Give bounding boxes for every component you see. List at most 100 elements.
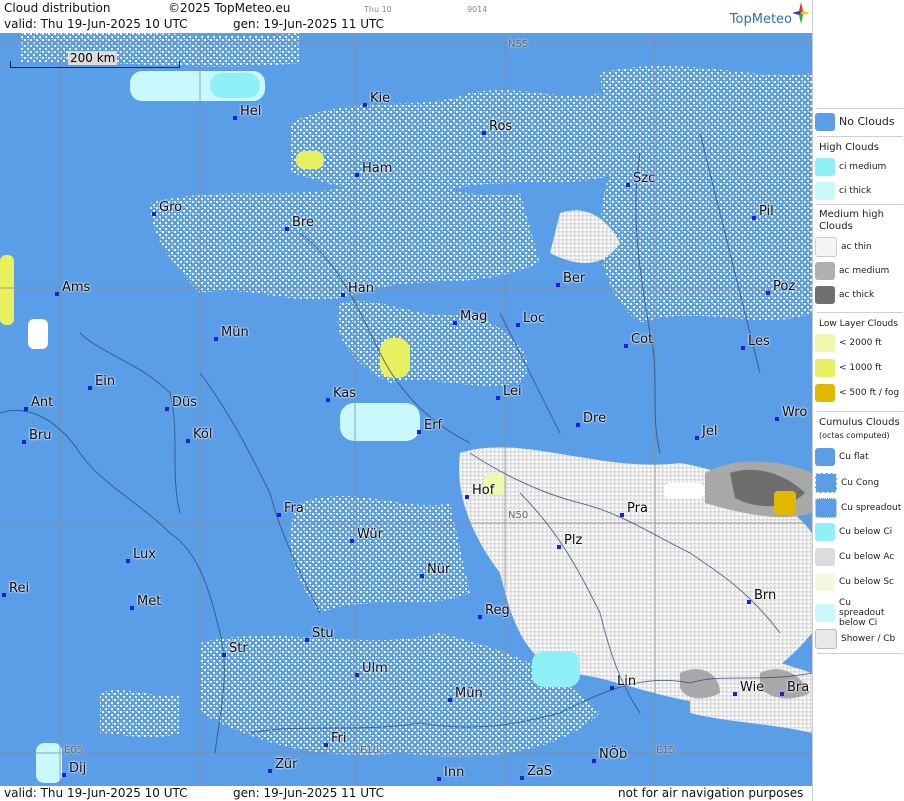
city-loc[interactable]: Loc — [516, 311, 545, 327]
city-dues[interactable]: Düs — [165, 395, 197, 411]
legend-cu-cong: Cu Cong — [815, 473, 879, 493]
city-jel[interactable]: Jel — [695, 424, 717, 440]
city-muenster[interactable]: Mün — [214, 325, 249, 341]
city-reg[interactable]: Reg — [478, 603, 510, 619]
city-hel[interactable]: Hel — [233, 104, 261, 120]
city-noeb[interactable]: NÖb — [592, 747, 627, 763]
faint-label-1: Thu 10 — [364, 5, 392, 14]
city-nuer[interactable]: Nür — [420, 562, 450, 578]
city-kie[interactable]: Kie — [363, 91, 390, 107]
city-lei[interactable]: Lei — [496, 384, 522, 400]
city-wie[interactable]: Wie — [733, 680, 764, 696]
city-marker-icon — [24, 407, 28, 411]
grid-label-e10: E10 — [360, 745, 380, 756]
city-ein[interactable]: Ein — [88, 374, 115, 390]
city-marker-icon — [496, 396, 500, 400]
city-ham[interactable]: Ham — [355, 161, 392, 177]
shower-cb-swatch — [815, 629, 837, 649]
city-marker-icon — [350, 539, 354, 543]
city-marker-icon — [733, 692, 737, 696]
city-marker-icon — [165, 407, 169, 411]
city-inn[interactable]: Inn — [437, 765, 464, 781]
city-koel[interactable]: Köl — [186, 427, 212, 443]
legend-ac-medium: ac medium — [815, 262, 889, 280]
city-szc[interactable]: Szc — [626, 171, 655, 187]
city-muenchen[interactable]: Mün — [448, 686, 483, 702]
legend-cu-below-sc: Cu below Sc — [815, 573, 894, 591]
city-marker-icon — [341, 293, 345, 297]
city-marker-icon — [420, 574, 424, 578]
city-kas[interactable]: Kas — [326, 386, 356, 402]
city-gro[interactable]: Gro — [152, 200, 182, 216]
city-marker-icon — [214, 337, 218, 341]
city-plz[interactable]: Plz — [557, 533, 582, 549]
generated-time: gen: 19-Jun-2025 11 UTC — [233, 17, 385, 31]
city-dre[interactable]: Dre — [576, 411, 606, 427]
city-marker-icon — [741, 346, 745, 350]
city-met[interactable]: Met — [130, 594, 161, 610]
city-pil[interactable]: Pil — [752, 204, 774, 220]
legend-cu-below-ac: Cu below Ac — [815, 548, 894, 566]
cu-spreadout-swatch — [815, 498, 837, 518]
city-stu[interactable]: Stu — [305, 626, 334, 642]
city-dij[interactable]: Dij — [62, 761, 86, 777]
city-lux[interactable]: Lux — [126, 547, 156, 563]
map-layers — [0, 33, 812, 786]
city-mag[interactable]: Mag — [453, 309, 487, 325]
city-lin[interactable]: Lin — [610, 674, 636, 690]
city-brn[interactable]: Brn — [747, 588, 776, 604]
city-marker-icon — [285, 227, 289, 231]
legend-cumulus-heading: Cumulus Clouds — [819, 417, 900, 428]
city-bra[interactable]: Bra — [780, 680, 809, 696]
footer-generated-time: gen: 19-Jun-2025 11 UTC — [233, 786, 385, 800]
legend-ci-medium: ci medium — [815, 158, 886, 176]
city-marker-icon — [88, 386, 92, 390]
cloud-map[interactable]: N55 N50 E05 E10 E15 200 km Kie Hel Ros H… — [0, 33, 812, 786]
faint-label-2: 9014 — [467, 5, 488, 14]
city-han[interactable]: Han — [341, 281, 374, 297]
city-fri[interactable]: Fri — [324, 731, 347, 747]
city-ber[interactable]: Ber — [556, 271, 585, 287]
city-marker-icon — [752, 216, 756, 220]
city-ant[interactable]: Ant — [24, 395, 53, 411]
city-marker-icon — [695, 436, 699, 440]
city-marker-icon — [620, 513, 624, 517]
city-cot[interactable]: Cot — [624, 332, 653, 348]
city-marker-icon — [437, 777, 441, 781]
city-wuer[interactable]: Wür — [350, 527, 383, 543]
cu-below-ci-swatch — [815, 523, 835, 541]
city-marker-icon — [305, 638, 309, 642]
scale-bar: 200 km — [10, 51, 180, 69]
city-bre[interactable]: Bre — [285, 215, 314, 231]
city-marker-icon — [355, 173, 359, 177]
city-pra[interactable]: Pra — [620, 501, 648, 517]
city-ams[interactable]: Ams — [55, 280, 90, 296]
city-poz[interactable]: Poz — [766, 279, 795, 295]
city-rei[interactable]: Rei — [2, 581, 29, 597]
city-zuer[interactable]: Zür — [268, 757, 298, 773]
legend-cu-spread-below-ci: Cu spreadout below Ci — [815, 598, 899, 628]
city-ulm[interactable]: Ulm — [355, 661, 388, 677]
legend-shower-cb: Shower / Cb — [815, 629, 895, 649]
city-marker-icon — [62, 773, 66, 777]
legend-ci-thick: ci thick — [815, 182, 871, 200]
city-str[interactable]: Str — [222, 641, 248, 657]
city-wro[interactable]: Wro — [775, 405, 807, 421]
city-marker-icon — [624, 344, 628, 348]
legend-ac-thick: ac thick — [815, 286, 874, 304]
city-erf[interactable]: Erf — [417, 418, 442, 434]
cu-cong-swatch — [815, 473, 837, 493]
city-zas[interactable]: ZaS — [520, 764, 552, 780]
city-hof[interactable]: Hof — [465, 483, 494, 499]
legend-cu-below-ci: Cu below Ci — [815, 523, 892, 541]
city-les[interactable]: Les — [741, 334, 770, 350]
brand-logo: TopMeteo — [729, 12, 792, 27]
city-fra[interactable]: Fra — [277, 501, 304, 517]
legend-cu-spreadout: Cu spreadout — [815, 498, 901, 518]
city-bru[interactable]: Bru — [22, 428, 52, 444]
city-marker-icon — [222, 653, 226, 657]
city-marker-icon — [592, 759, 596, 763]
city-marker-icon — [417, 430, 421, 434]
city-ros[interactable]: Ros — [482, 119, 512, 135]
legend-low-2000: < 2000 ft — [815, 334, 882, 352]
